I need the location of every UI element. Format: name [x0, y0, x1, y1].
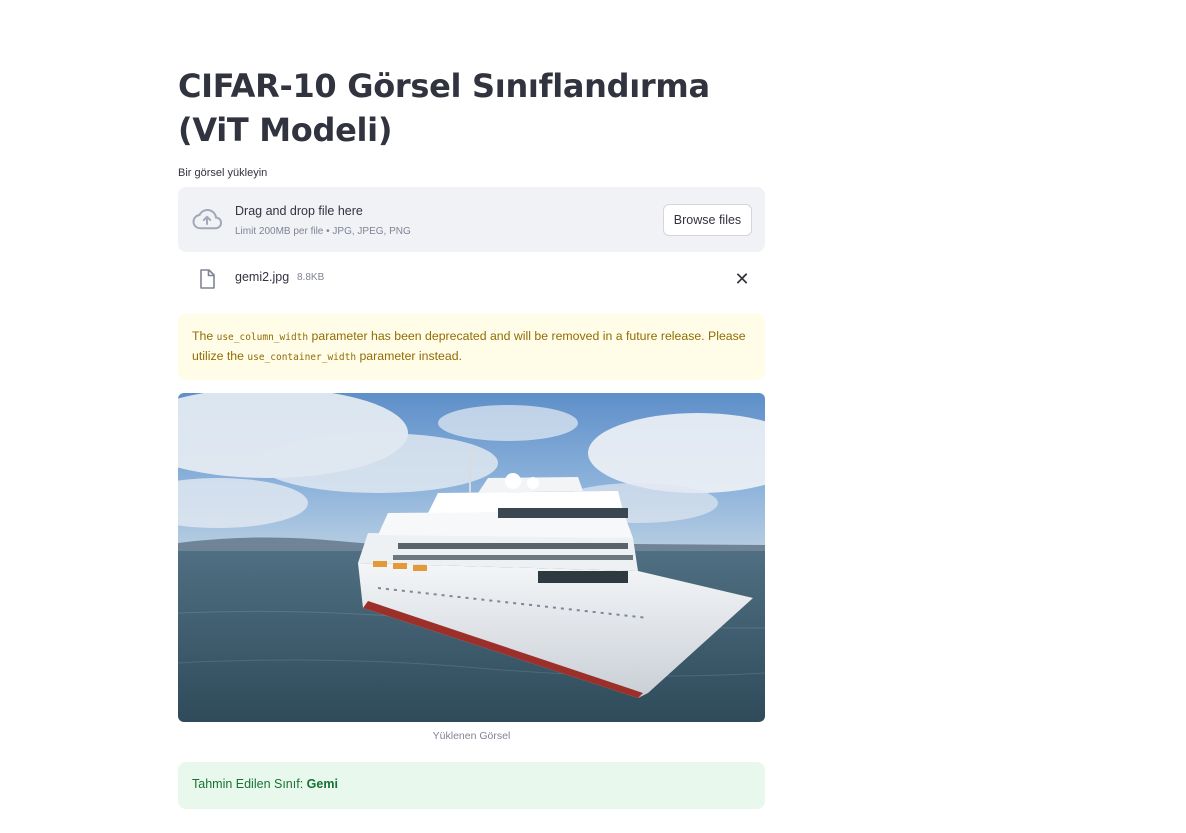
image-caption: Yüklenen Görsel [432, 730, 511, 742]
warning-code-column-width: use_column_width [216, 332, 309, 343]
file-icon [200, 269, 215, 289]
prediction-label: Tahmin Edilen Sınıf: [192, 777, 307, 791]
browse-files-button[interactable]: Browse files [663, 204, 752, 236]
warning-text-start: The [192, 329, 217, 343]
file-size: 8.8KB [297, 272, 325, 283]
prediction-value: Gemi [306, 777, 338, 791]
file-name: gemi2.jpg [235, 270, 290, 284]
remove-file-icon[interactable]: ✕ [733, 268, 751, 290]
file-dropzone[interactable]: Drag and drop file here Limit 200MB per … [178, 187, 765, 252]
warning-code-container-width: use_container_width [247, 352, 357, 363]
cloud-upload-icon [192, 208, 222, 230]
uploaded-image [178, 393, 765, 722]
dropzone-subtitle: Limit 200MB per file • JPG, JPEG, PNG [235, 226, 411, 237]
ship-photo [178, 393, 765, 722]
prediction-result: Tahmin Edilen Sınıf: Gemi [178, 762, 765, 809]
page-title: CIFAR-10 Görsel Sınıflandırma (ViT Model… [178, 67, 710, 149]
uploaded-file-row: gemi2.jpg 8.8KB ✕ [178, 262, 765, 298]
uploader-label: Bir görsel yükleyin [178, 167, 268, 179]
dropzone-title: Drag and drop file here [235, 204, 363, 218]
deprecation-warning: The use_column_width parameter has been … [178, 314, 765, 380]
warning-text-end: parameter instead. [356, 349, 462, 363]
